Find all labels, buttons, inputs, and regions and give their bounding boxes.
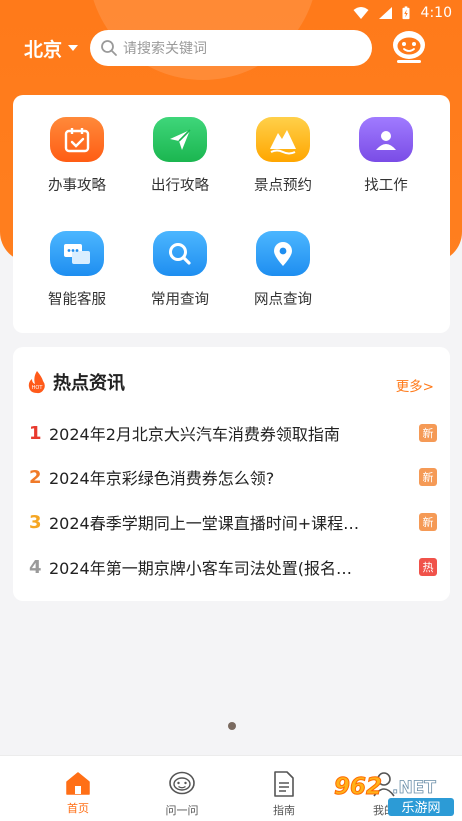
battery-charging-icon [402,6,410,20]
fire-icon: HOT [28,371,45,394]
svg-text:962: 962 [334,774,382,800]
service-banshi-gonglue[interactable]: 办事攻略 [25,95,129,195]
news-item[interactable]: 2 2024年京彩绿色消费券怎么领? 新 [29,465,437,489]
news-item[interactable]: 4 2024年第一期京牌小客车司法处置(报名… 热 [29,555,437,579]
page-indicator-dot [228,722,236,730]
news-rank: 1 [29,422,42,444]
news-badge-new: 新 [419,468,437,486]
hot-news-header: HOT 热点资讯 [27,369,125,395]
service-label: 常用查询 [151,292,209,308]
service-label: 网点查询 [254,292,312,308]
news-text: 2024年2月北京大兴汽车消费券领取指南 [49,425,340,444]
city-selector[interactable]: 北京 [24,35,79,62]
service-wangdian-chaxun[interactable]: 网点查询 [231,209,335,309]
watermark-logo: 962 .NET 乐游网 [334,774,454,816]
status-time: 4:10 [420,5,452,21]
news-rank: 4 [29,556,42,578]
hot-news-card: HOT 热点资讯 更多> 1 2024年2月北京大兴汽车消费券领取指南 新 2 … [13,347,450,601]
news-badge-new: 新 [419,424,437,442]
magnifier-icon [153,231,207,276]
service-changyong-chaxun[interactable]: 常用查询 [128,209,232,309]
location-caret-icon [68,45,79,51]
search-input[interactable]: 请搜索关键词 [90,30,372,66]
home-icon [66,772,90,795]
signal-icon [378,7,392,19]
wifi-icon [353,7,369,19]
news-badge-hot: 热 [419,558,437,576]
news-badge-new: 新 [419,513,437,531]
svg-text:.NET: .NET [392,778,436,798]
document-icon [274,771,294,797]
status-bar: 4:10 [0,0,462,26]
news-text: 2024年京彩绿色消费券怎么领? [49,469,275,488]
news-text: 2024年第一期京牌小客车司法处置(报名… [49,559,352,578]
news-rank: 2 [29,466,42,488]
service-label: 办事攻略 [48,178,106,194]
map-pin-icon [256,231,310,276]
search-placeholder: 请搜索关键词 [123,41,207,57]
top-bar: 北京 请搜索关键词 [0,30,462,66]
service-label: 景点预约 [254,178,312,194]
mountain-scenery-icon [256,117,310,162]
more-link[interactable]: 更多> [396,375,434,395]
service-jingdian-yuyue[interactable]: 景点预约 [231,95,335,195]
news-rank: 3 [29,511,42,533]
search-icon [101,40,117,56]
nav-home[interactable]: 首页 [43,770,113,821]
paper-plane-icon [153,117,207,162]
person-icon [359,117,413,162]
city-name: 北京 [24,38,63,61]
svg-text:乐游网: 乐游网 [401,801,440,816]
chat-bubbles-icon [50,231,104,276]
news-text: 2024春季学期同上一堂课直播时间+课程… [49,514,360,533]
nav-label: 问一问 [165,804,199,817]
news-item[interactable]: 3 2024春季学期同上一堂课直播时间+课程… 新 [29,510,437,534]
hot-news-title: 热点资讯 [53,373,125,394]
svg-text:HOT: HOT [32,385,44,391]
nav-guide[interactable]: 指南 [249,770,319,821]
service-label: 智能客服 [48,292,106,308]
service-label: 找工作 [364,178,408,194]
robot-face-icon [169,771,195,795]
calendar-check-icon [50,117,104,162]
service-label: 出行攻略 [151,178,209,194]
nav-ask[interactable]: 问一问 [147,770,217,821]
robot-assistant-icon[interactable] [389,26,429,66]
service-zhineng-kefu[interactable]: 智能客服 [25,209,129,309]
nav-label: 首页 [67,802,89,815]
nav-label: 指南 [273,804,295,817]
services-grid: 办事攻略 出行攻略 景点预约 找工作 智能客服 常用查询 网点查询 [13,95,450,333]
news-item[interactable]: 1 2024年2月北京大兴汽车消费券领取指南 新 [29,421,437,445]
service-chuxing-gonglue[interactable]: 出行攻略 [128,95,232,195]
service-zhao-gongzuo[interactable]: 找工作 [334,95,438,195]
